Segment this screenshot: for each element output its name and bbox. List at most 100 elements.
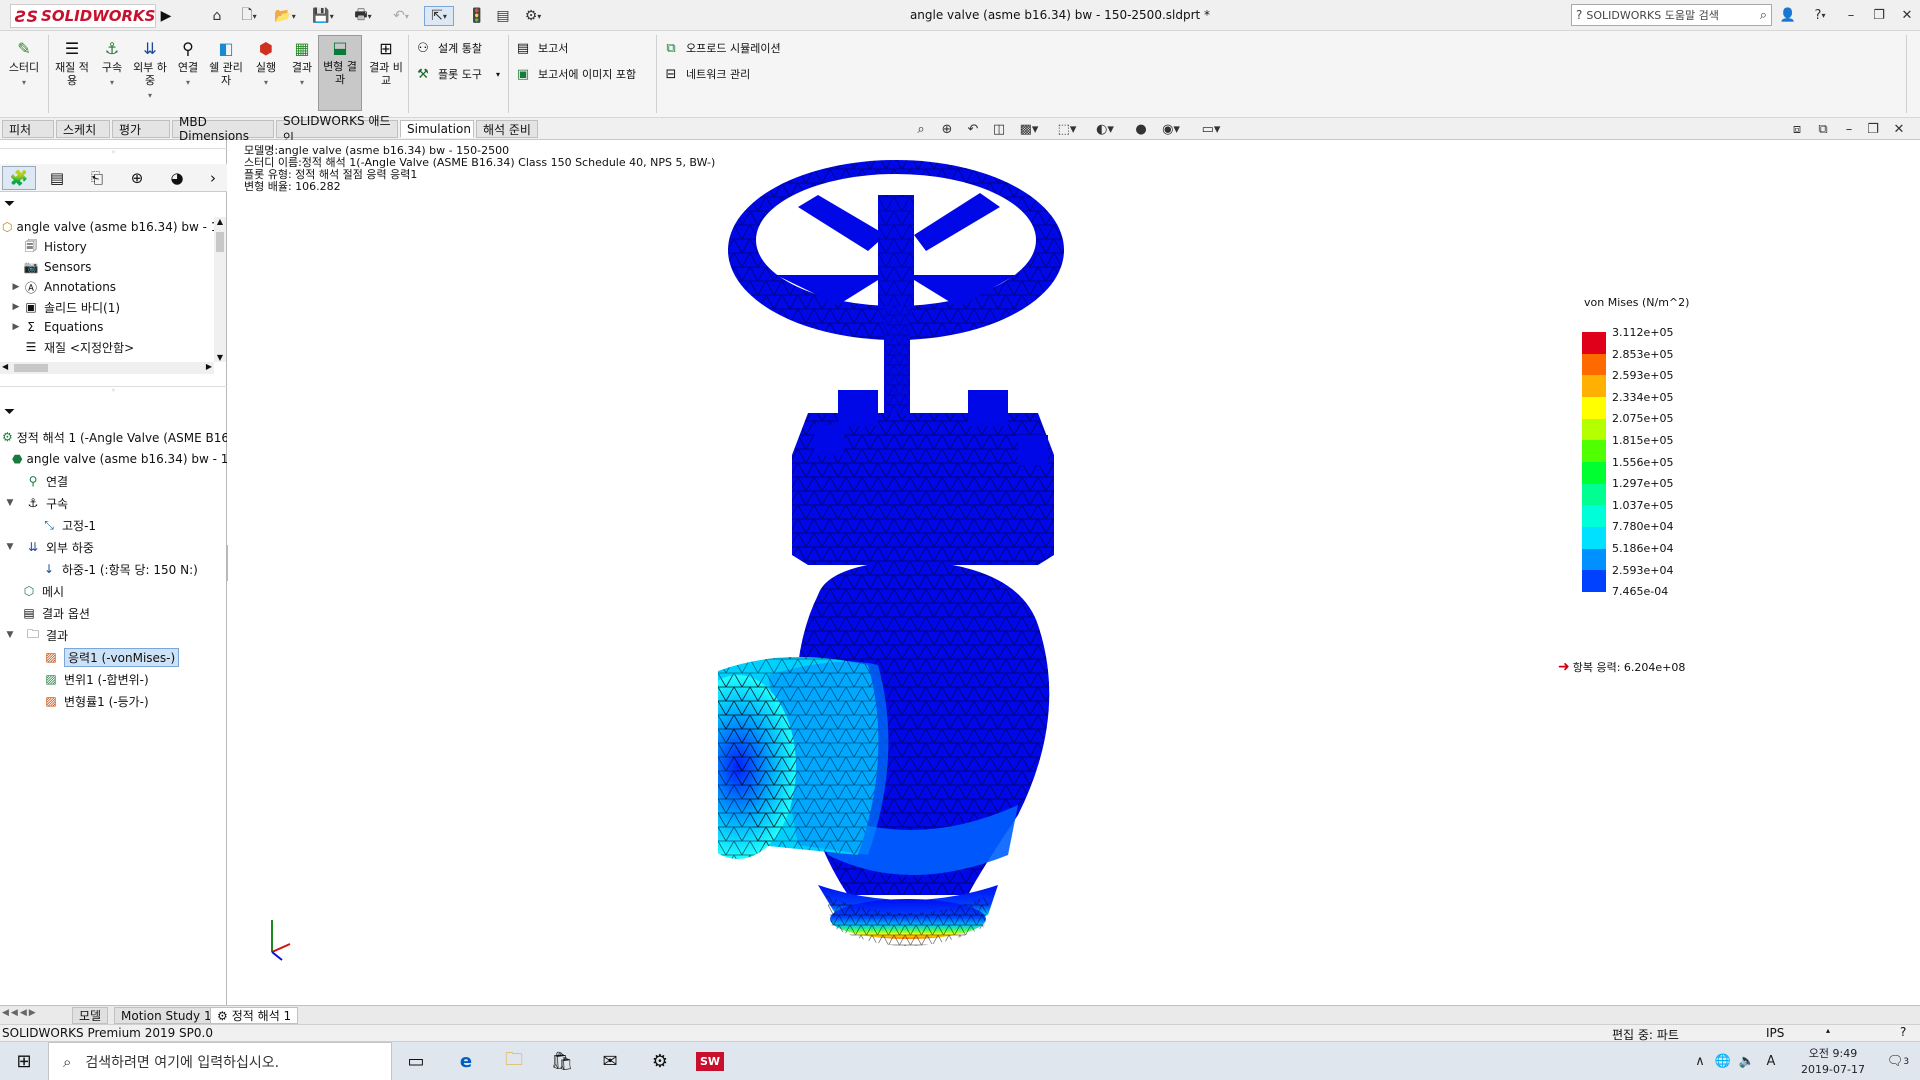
panel-splitter[interactable]: ◦ [0, 386, 227, 395]
scene-icon[interactable]: ◉▾ [1156, 120, 1186, 138]
section-view-icon[interactable]: ◫ [988, 120, 1010, 138]
valve-mesh-model[interactable] [718, 155, 1438, 995]
study-item-mesh[interactable]: ⬡ 메시 [0, 580, 227, 602]
tab-evaluate[interactable]: 평가 [112, 120, 170, 138]
viewport-restore-icon[interactable]: ❐ [1862, 120, 1884, 138]
help-search-box[interactable]: ? SOLIDWORKS 도움말 검색 ⌕ [1571, 4, 1772, 26]
tab-addins[interactable]: SOLIDWORKS 애드인 [276, 114, 398, 145]
study-item-external-loads[interactable]: ▼ ⇊ 외부 하중 [0, 536, 227, 558]
study-button[interactable]: ✎ 스터디 ▾ [4, 37, 44, 89]
taskbar-search[interactable]: ⌕ 검색하려면 여기에 입력하십시오. [48, 1042, 392, 1080]
restore-window-icon[interactable]: ❐ [1868, 4, 1890, 26]
include-image-button[interactable]: ▣ 보고서에 이미지 포함 [514, 63, 636, 85]
mail-icon[interactable]: ✉ [586, 1042, 634, 1080]
feature-tree-vscrollbar[interactable]: ▲ ▼ [214, 217, 226, 362]
solidworks-logo[interactable]: ƧS SOLIDWORKS [10, 4, 156, 28]
expand-arrow-icon[interactable]: ▶ [10, 322, 22, 332]
plot-tools-button[interactable]: ⚒ 플롯 도구 ▾ [414, 63, 500, 85]
study-item-part[interactable]: ⬣ angle valve (asme b16.34) bw - 15( [0, 448, 227, 470]
select-arrow-icon[interactable]: ⇱ ▾ [424, 6, 454, 26]
tab-mbd-dimensions[interactable]: MBD Dimensions [172, 115, 274, 143]
file-explorer-icon[interactable]: 🗀 [490, 1042, 538, 1080]
run-button[interactable]: ⬢ 실행 ▾ [246, 37, 286, 89]
panel-expand-icon[interactable]: ⧉ [1812, 120, 1834, 138]
view-settings-icon[interactable]: ▭▾ [1196, 120, 1226, 138]
study-item-strain-1[interactable]: ▨ 변형률1 (-등가-) [0, 690, 227, 712]
new-document-icon[interactable]: 🗋 ▾ [234, 6, 264, 26]
network-manager-button[interactable]: ⊟ 네트워크 관리 [662, 63, 751, 85]
study-item-stress-1[interactable]: ▨ 응력1 (-vonMises-) [0, 646, 227, 668]
units-dropdown-icon[interactable]: ▴ [1826, 1026, 1830, 1035]
compare-results-button[interactable]: ⊞ 결과 비교 [366, 37, 406, 87]
feature-manager-tab-icon[interactable]: 🧩 [2, 166, 36, 190]
deformed-result-button[interactable]: ⬓ 변형 결과 [318, 35, 362, 111]
menu-expand-arrow-icon[interactable]: ▶ [158, 4, 174, 28]
minimize-window-icon[interactable]: – [1840, 4, 1862, 26]
ime-indicator[interactable]: A [1760, 1042, 1782, 1080]
report-button[interactable]: ▤ 보고서 [514, 37, 569, 59]
design-insight-button[interactable]: ⚇ 설계 통찰 [414, 37, 482, 59]
study-item-result-options[interactable]: ▤ 결과 옵션 [0, 602, 227, 624]
configuration-manager-tab-icon[interactable]: ⎗ [80, 166, 114, 190]
viewport-close-icon[interactable]: ✕ [1888, 120, 1910, 138]
view-orientation-icon[interactable]: ⬚▾ [1052, 120, 1082, 138]
options-gear-icon[interactable]: ⚙ ▾ [518, 6, 548, 26]
status-help-icon[interactable]: ? [1900, 1025, 1906, 1039]
graphics-area[interactable]: 모델명:angle valve (asme b16.34) bw - 150-2… [228, 140, 1920, 1005]
save-icon[interactable]: 💾 ▾ [308, 6, 338, 26]
panel-splitter[interactable]: ◦ [0, 148, 227, 157]
filter-icon[interactable]: ⏷ [4, 196, 15, 212]
study-item-fixed-1[interactable]: ⤡ 고정-1 [0, 514, 227, 536]
study-item-results[interactable]: ▼ 🗀 결과 [0, 624, 227, 646]
network-globe-icon[interactable]: 🌐 [1712, 1042, 1734, 1080]
study-item-fixtures[interactable]: ▼ ⚓ 구속 [0, 492, 227, 514]
tree-item-equations[interactable]: ▶ Σ Equations [0, 317, 216, 337]
tab-sketch[interactable]: 스케치 [56, 120, 110, 138]
shell-manager-button[interactable]: ◧ 쉘 관리자 [206, 37, 246, 87]
collapse-arrow-icon[interactable]: ▼ [4, 630, 16, 640]
search-icon[interactable]: ⌕ [1760, 8, 1767, 23]
offload-simulation-button[interactable]: ⧉ 오프로드 시뮬레이션 [662, 37, 780, 59]
tabs-scroll-right-icon[interactable]: › [204, 166, 222, 190]
settings-gear-icon[interactable]: ⚙ [636, 1042, 684, 1080]
tree-item-sensors[interactable]: 📷 Sensors [0, 257, 216, 277]
study-filter-icon[interactable]: ⏷ [4, 404, 15, 420]
tab-motion-study[interactable]: Motion Study 1 [114, 1007, 219, 1024]
tab-model[interactable]: 모델 [72, 1007, 109, 1024]
tray-overflow-icon[interactable]: ∧ [1690, 1042, 1710, 1080]
solidworks-taskbar-icon[interactable]: SW [686, 1042, 734, 1080]
tab-analysis-prep[interactable]: 해석 준비 [476, 120, 538, 138]
display-manager-tab-icon[interactable]: ◕ [160, 166, 194, 190]
collapse-arrow-icon[interactable]: ▼ [4, 498, 16, 508]
apply-material-button[interactable]: ☰ 재질 적용 [52, 37, 92, 87]
notification-center-icon[interactable]: 🗨 3 [1880, 1042, 1916, 1080]
expand-arrow-icon[interactable]: ▶ [10, 282, 22, 292]
undo-icon[interactable]: ↶ ▾ [386, 6, 416, 26]
volume-icon[interactable]: 🔈 [1736, 1042, 1758, 1080]
status-units[interactable]: IPS [1766, 1026, 1784, 1040]
task-view-icon[interactable]: ▭ [392, 1042, 440, 1080]
previous-view-icon[interactable]: ↶ [962, 120, 984, 138]
tab-static-study[interactable]: ⚙ 정적 해석 1 [210, 1007, 299, 1024]
connections-button[interactable]: ⚲ 연결 ▾ [168, 37, 208, 89]
results-button[interactable]: ▦ 결과 ▾ [282, 37, 322, 89]
zoom-to-fit-icon[interactable]: ⌕ [910, 120, 932, 138]
user-icon[interactable]: 👤 [1777, 4, 1799, 26]
close-window-icon[interactable]: ✕ [1896, 4, 1918, 26]
fixtures-button[interactable]: ⚓ 구속 ▾ [92, 37, 132, 89]
feature-tree-hscrollbar[interactable]: ◀ ▶ [0, 362, 214, 374]
tree-item-history[interactable]: 🗐 History [0, 237, 216, 257]
file-properties-icon[interactable]: ▤ [492, 6, 514, 26]
print-icon[interactable]: 🖶 ▾ [346, 6, 380, 26]
tree-item-annotations[interactable]: ▶ Ⓐ Annotations [0, 277, 216, 297]
display-style-icon[interactable]: ◐▾ [1090, 120, 1120, 138]
study-item-displacement-1[interactable]: ▨ 변위1 (-합변위-) [0, 668, 227, 690]
collapse-arrow-icon[interactable]: ▼ [4, 542, 16, 552]
panel-collapse-left-icon[interactable]: ⧈ [1786, 120, 1808, 138]
study-item-load-1[interactable]: ↓ 하중-1 (:항목 당: 150 N:) [0, 558, 227, 580]
tab-scroll-arrows-icon[interactable]: ◀◀◀▶ [2, 1008, 66, 1022]
edge-browser-icon[interactable]: e [442, 1042, 490, 1080]
help-icon[interactable]: ? ▾ [1805, 4, 1835, 26]
open-icon[interactable]: 📂 ▾ [270, 6, 300, 26]
windows-start-icon[interactable]: ⊞ [0, 1042, 48, 1080]
